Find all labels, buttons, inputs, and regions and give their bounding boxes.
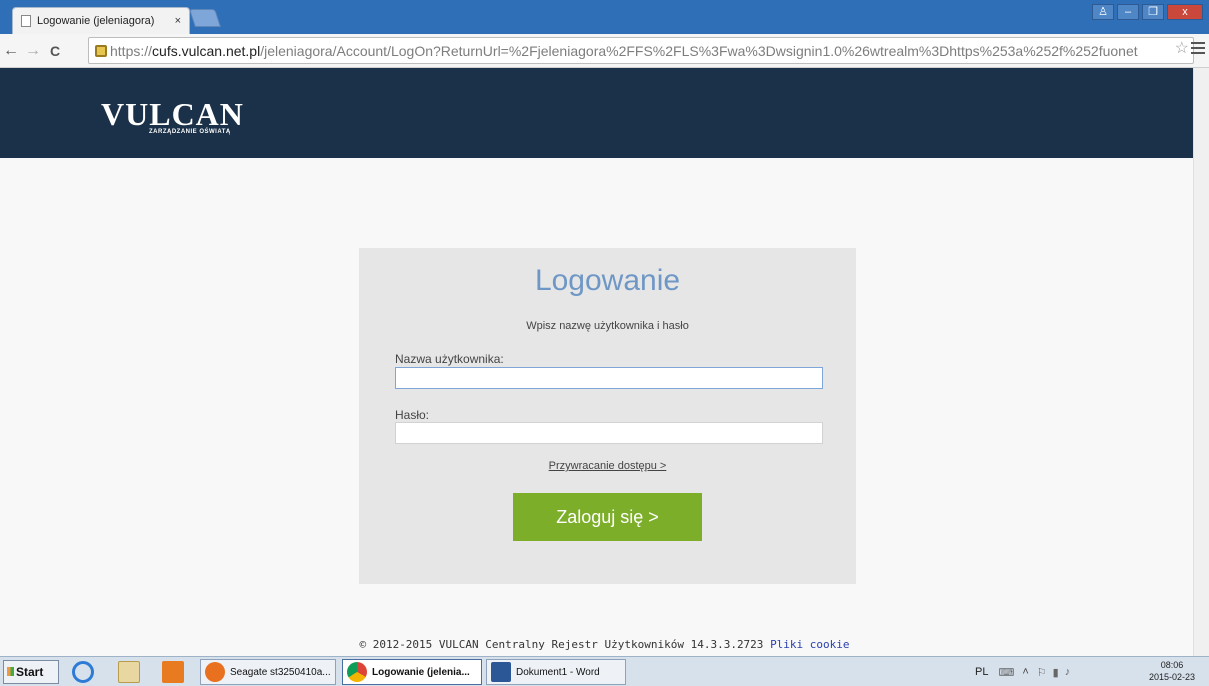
- close-icon[interactable]: x: [1167, 4, 1203, 20]
- language-indicator[interactable]: PL: [975, 666, 988, 678]
- window-controls: ♙ – ❐ x: [1092, 4, 1203, 20]
- taskbar-item-label: Logowanie (jelenia...: [372, 666, 470, 678]
- clock-time: 08:06: [1160, 660, 1184, 670]
- new-tab-button[interactable]: [189, 9, 221, 27]
- login-title: Logowanie: [534, 264, 681, 297]
- user-icon[interactable]: ♙: [1092, 4, 1114, 20]
- forward-icon[interactable]: →: [22, 42, 44, 60]
- keyboard-icon[interactable]: ⌨: [998, 666, 1014, 679]
- word-icon: [491, 662, 511, 682]
- folder-icon[interactable]: [118, 661, 140, 683]
- bookmark-star-icon[interactable]: ☆: [1175, 38, 1189, 58]
- browser-window: Logowanie (jeleniagora) × ♙ – ❐ x ← → C …: [0, 0, 1209, 686]
- taskbar: Start Seagate st3250410a... Logowanie (j…: [0, 656, 1209, 686]
- restore-icon[interactable]: ❐: [1142, 4, 1164, 20]
- taskbar-item-label: Seagate st3250410a...: [230, 666, 331, 678]
- menu-icon[interactable]: [1191, 42, 1205, 57]
- taskbar-item-label: Dokument1 - Word: [516, 666, 600, 678]
- url-host: cufs.vulcan.net.pl: [152, 42, 261, 59]
- firefox-icon: [205, 662, 225, 682]
- media-player-icon[interactable]: [162, 661, 184, 683]
- volume-icon[interactable]: ♪: [1065, 666, 1071, 678]
- clock-date: 2015-02-23: [1148, 672, 1195, 682]
- show-hidden-icons[interactable]: ˄: [1022, 666, 1028, 678]
- clock[interactable]: 08:06 2015-02-23: [1149, 659, 1195, 683]
- url-path: /jeleniagora/Account/LogOn?ReturnUrl=%2F…: [260, 42, 1138, 59]
- page-content: VULCAN ZARZĄDZANIE OŚWIATĄ Logowanie Wpi…: [0, 68, 1209, 656]
- ie-icon[interactable]: [72, 661, 94, 683]
- minimize-icon[interactable]: –: [1117, 4, 1139, 20]
- back-icon[interactable]: ←: [0, 42, 22, 60]
- browser-tab[interactable]: Logowanie (jeleniagora) ×: [12, 7, 190, 34]
- login-panel: Logowanie Wpisz nazwę użytkownika i hasł…: [359, 248, 856, 584]
- login-subtitle: Wpisz nazwę użytkownika i hasło: [526, 320, 689, 332]
- start-button[interactable]: Start: [3, 660, 59, 684]
- tab-close-icon[interactable]: ×: [175, 15, 181, 27]
- address-bar[interactable]: https://cufs.vulcan.net.pl/jeleniagora/A…: [88, 37, 1194, 64]
- page-icon: [21, 15, 31, 27]
- tab-strip: Logowanie (jeleniagora) × ♙ – ❐ x: [0, 0, 1209, 34]
- tab-title: Logowanie (jeleniagora): [37, 15, 155, 27]
- browser-toolbar: ← → C https://cufs.vulcan.net.pl/jelenia…: [0, 34, 1209, 68]
- password-input[interactable]: [395, 422, 823, 444]
- taskbar-item-word[interactable]: Dokument1 - Word: [486, 659, 626, 685]
- system-tray: PL ⌨ ˄ ⚐ ▮ ♪ 08:06 2015-02-23: [969, 657, 1209, 686]
- network-icon[interactable]: ▮: [1053, 666, 1059, 679]
- cookie-link[interactable]: Pliki cookie: [770, 638, 849, 651]
- lock-icon: [95, 44, 107, 57]
- chrome-icon: [347, 662, 367, 682]
- flag-icon[interactable]: ⚐: [1037, 666, 1047, 679]
- reload-icon[interactable]: C: [44, 43, 66, 59]
- login-button[interactable]: Zaloguj się >: [513, 493, 702, 541]
- taskbar-item-chrome[interactable]: Logowanie (jelenia...: [342, 659, 482, 685]
- url-protocol: https://: [110, 42, 153, 59]
- username-label: Nazwa użytkownika:: [395, 352, 504, 366]
- password-label: Hasło:: [395, 408, 430, 422]
- logo-subtitle: ZARZĄDZANIE OŚWIATĄ: [149, 129, 231, 135]
- scrollbar[interactable]: [1193, 68, 1209, 656]
- username-input[interactable]: [395, 367, 823, 389]
- recover-access-link[interactable]: Przywracanie dostępu >: [359, 460, 856, 472]
- vulcan-logo[interactable]: VULCAN ZARZĄDZANIE OŚWIATĄ: [101, 96, 244, 135]
- page-footer: © 2012-2015 VULCAN Centralny Rejestr Uży…: [0, 638, 1209, 651]
- footer-text: © 2012-2015 VULCAN Centralny Rejestr Uży…: [359, 638, 764, 651]
- site-header: VULCAN ZARZĄDZANIE OŚWIATĄ: [0, 68, 1209, 158]
- taskbar-item-seagate[interactable]: Seagate st3250410a...: [200, 659, 336, 685]
- logo-name: VULCAN: [101, 96, 244, 132]
